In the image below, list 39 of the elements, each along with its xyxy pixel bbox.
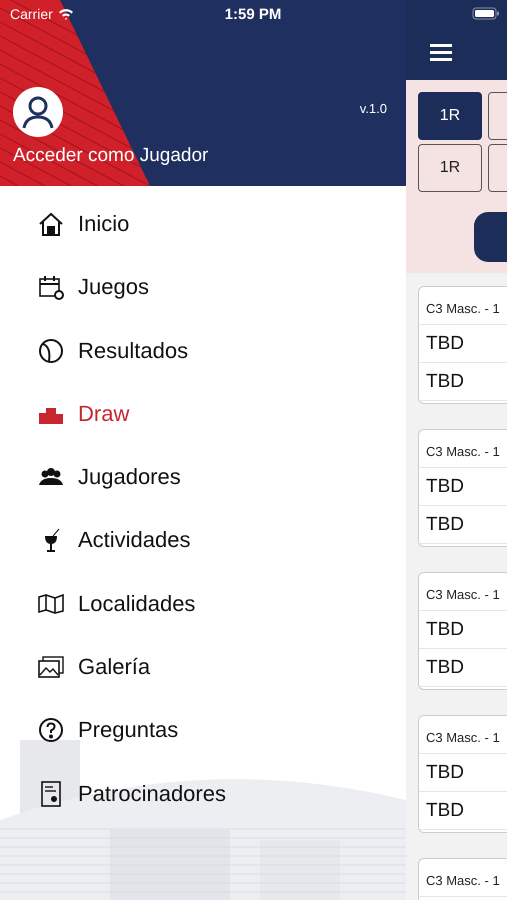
player-name: TBD — [419, 468, 507, 506]
player-name: TBD — [419, 325, 507, 363]
player-name: TBD — [419, 363, 507, 401]
menu-icon[interactable] — [430, 44, 452, 61]
match-card[interactable]: C3 Masc. - 1 TBD TBD — [418, 572, 507, 690]
match-card[interactable]: C3 Masc. - 1 TBD TBD — [418, 715, 507, 833]
match-title: C3 Masc. - 1 — [419, 430, 507, 468]
menu-item[interactable]: Inicio — [0, 210, 406, 238]
battery-icon — [472, 7, 500, 20]
menu-item[interactable]: Galería — [0, 653, 406, 682]
match-card[interactable]: C3 Masc. - 1 TBD TBD — [418, 429, 507, 547]
player-name: TBD — [419, 792, 507, 830]
match-title: C3 Masc. - 1 — [419, 716, 507, 754]
home-icon — [37, 210, 65, 238]
avatar-icon[interactable] — [13, 87, 63, 137]
login-link[interactable]: Acceder como Jugador — [13, 145, 208, 167]
menu-item[interactable]: Draw — [0, 400, 406, 428]
ball-icon — [37, 336, 65, 365]
menu-item[interactable]: Preguntas — [0, 716, 406, 744]
menu-item[interactable]: Actividades — [0, 526, 406, 554]
wifi-icon — [58, 8, 74, 20]
menu-item[interactable]: Jugadores — [0, 463, 406, 492]
match-title: C3 Masc. - 1 — [419, 573, 507, 611]
status-time: 1:59 PM — [224, 6, 282, 23]
menu-item[interactable]: Localidades — [0, 590, 406, 618]
player-name: TBD — [419, 649, 507, 687]
calendar-icon — [37, 273, 65, 302]
match-card[interactable]: C3 Masc. - 1 TBD TBD — [418, 286, 507, 404]
menu-item[interactable]: Juegos — [0, 273, 406, 302]
round-button[interactable]: 1R — [418, 144, 482, 192]
menu-item[interactable]: Resultados — [0, 336, 406, 365]
player-name: TBD — [419, 611, 507, 649]
match-title: C3 Masc. - 1 — [419, 287, 507, 325]
round-button[interactable]: 1R — [418, 92, 482, 140]
help-icon — [37, 716, 65, 744]
version-label: v.1.0 — [360, 101, 387, 116]
player-name: TBD — [419, 754, 507, 792]
player-name: TBD — [419, 506, 507, 544]
carrier-label: Carrier — [10, 6, 53, 22]
